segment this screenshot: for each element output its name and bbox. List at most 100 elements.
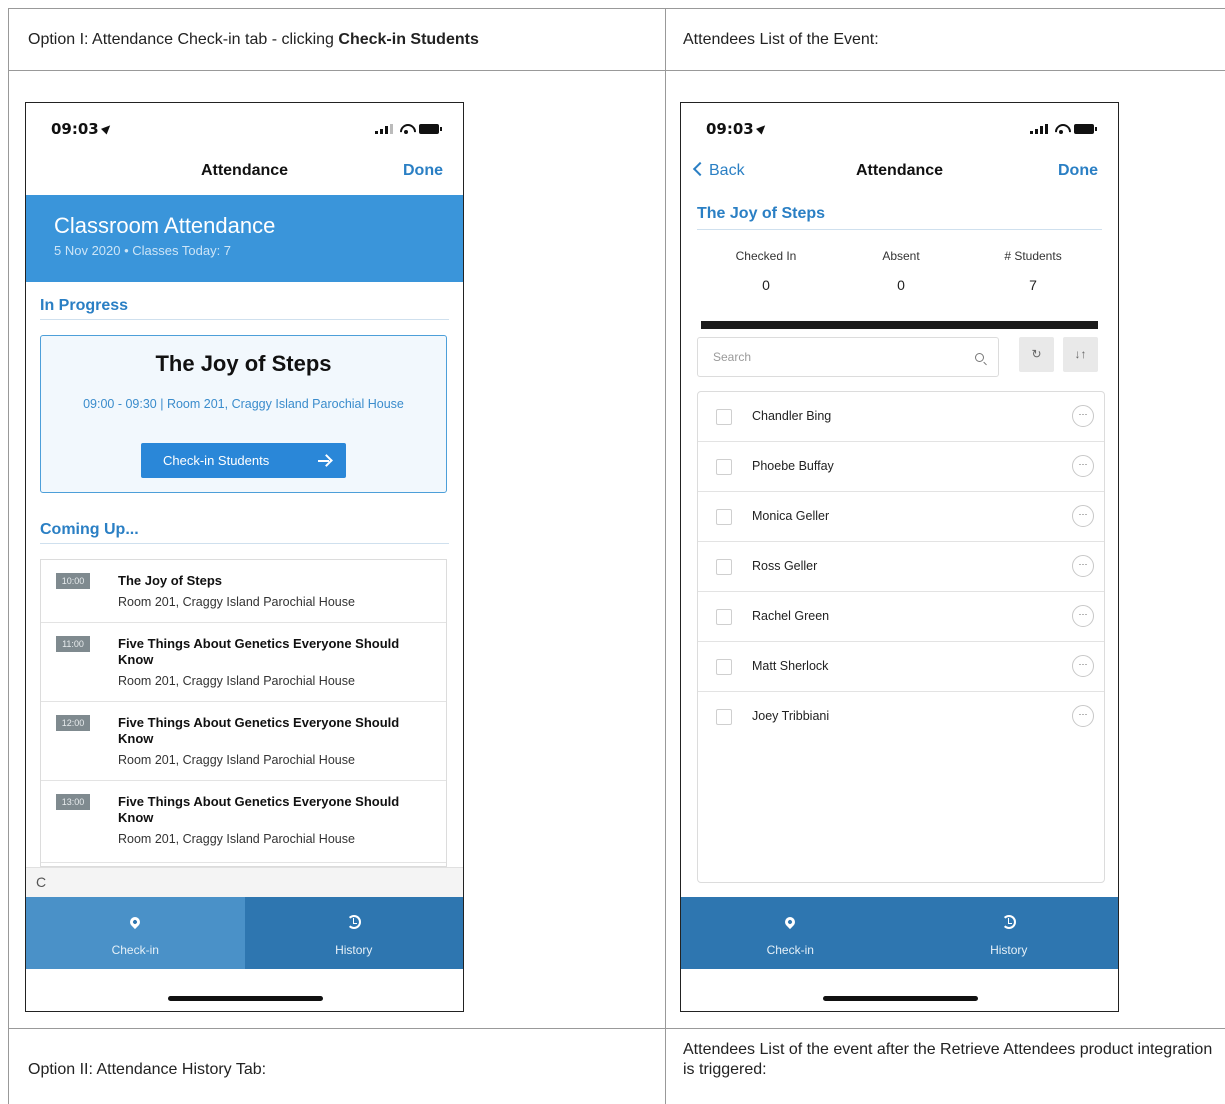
history-icon: [346, 915, 361, 929]
wifi-icon: [399, 124, 413, 134]
attendee-name: Monica Geller: [752, 509, 830, 523]
done-button[interactable]: Done: [403, 162, 443, 180]
nav-bar: Attendance Done: [26, 153, 463, 189]
upcoming-room: Room 201, Craggy Island Parochial House: [118, 753, 355, 767]
stat-label: Absent: [882, 249, 920, 263]
tab-check-in-label: Check-in: [111, 943, 159, 957]
tab-history[interactable]: History: [244, 897, 463, 969]
upcoming-room: Room 201, Craggy Island Parochial House: [118, 832, 355, 846]
more-icon[interactable]: ···: [1072, 455, 1094, 477]
upcoming-title: Five Things About Genetics Everyone Shou…: [118, 715, 400, 746]
map-pin-icon: [128, 914, 143, 930]
status-time: 09:03: [51, 120, 113, 138]
refresh-icon: ↻: [1031, 347, 1042, 361]
upcoming-room: Room 201, Craggy Island Parochial House: [118, 595, 355, 609]
attendee-checkbox[interactable]: [716, 559, 732, 575]
status-bar: 09:03: [26, 103, 463, 147]
table-row[interactable]: Monica Geller ···: [698, 492, 1104, 542]
more-icon[interactable]: ···: [1072, 655, 1094, 677]
hero-subtitle: 5 Nov 2020 • Classes Today: 7: [54, 243, 232, 258]
nav-bar: Back Attendance Done: [681, 153, 1118, 189]
sort-icon: ↓↑: [1074, 347, 1087, 361]
table-row[interactable]: Rachel Green ···: [698, 592, 1104, 642]
location-arrow-icon: [100, 122, 113, 135]
status-bar: 09:03: [681, 103, 1118, 147]
more-icon[interactable]: ···: [1072, 555, 1094, 577]
more-icon[interactable]: ···: [1072, 705, 1094, 727]
upcoming-room: Room 201, Craggy Island Parochial House: [118, 674, 355, 688]
document-table: Option I: Attendance Check-in tab - clic…: [8, 8, 1225, 1104]
nav-title: Attendance: [200, 162, 289, 179]
more-icon[interactable]: ···: [1072, 405, 1094, 427]
tab-history-label: History: [335, 943, 373, 957]
signal-icon: [1030, 124, 1048, 134]
refresh-button[interactable]: ↻: [1019, 337, 1054, 372]
cell-attendees-heading: Attendees List of the Event:: [683, 31, 879, 48]
in-progress-card: The Joy of Steps 09:00 - 09:30 | Room 20…: [40, 335, 447, 493]
list-item[interactable]: 12:00 Five Things About Genetics Everyon…: [41, 702, 446, 781]
home-indicator: [822, 996, 978, 1001]
phone-checkin-screen: 09:03 Attendance Done Classroom Attendan…: [25, 102, 464, 1012]
table-row[interactable]: Chandler Bing ···: [698, 392, 1104, 442]
attendance-progress-bar: [701, 321, 1098, 329]
time-badge: 11:00: [56, 636, 90, 652]
list-item[interactable]: 11:00 Five Things About Genetics Everyon…: [41, 623, 446, 702]
cell-option-2-heading: Option II: Attendance History Tab:: [28, 1061, 267, 1078]
attendee-checkbox[interactable]: [716, 459, 732, 475]
attendee-checkbox[interactable]: [716, 509, 732, 525]
time-badge: 12:00: [56, 715, 90, 731]
attendee-name: Rachel Green: [752, 609, 830, 623]
attendee-checkbox[interactable]: [716, 409, 732, 425]
attendee-list: Chandler Bing ··· Phoebe Buffay ··· Moni…: [697, 391, 1105, 883]
check-in-students-label: Check-in Students: [163, 453, 270, 468]
tab-history-label: History: [990, 943, 1028, 957]
attendee-checkbox[interactable]: [716, 659, 732, 675]
tab-history[interactable]: History: [899, 897, 1118, 969]
more-icon[interactable]: ···: [1072, 505, 1094, 527]
class-title: The Joy of Steps: [155, 351, 332, 376]
list-item[interactable]: 13:00 Five Things About Genetics Everyon…: [41, 781, 446, 863]
attendee-checkbox[interactable]: [716, 609, 732, 625]
sort-button[interactable]: ↓↑: [1063, 337, 1098, 372]
tab-bar: Check-in History: [681, 897, 1118, 969]
stat-absent: Absent 0: [846, 249, 956, 293]
search-input[interactable]: [698, 338, 998, 376]
stat-value: 7: [1029, 277, 1037, 293]
done-button[interactable]: Done: [1058, 162, 1098, 180]
table-row[interactable]: Ross Geller ···: [698, 542, 1104, 592]
attendee-name: Matt Sherlock: [752, 659, 829, 673]
upcoming-title: Five Things About Genetics Everyone Shou…: [118, 636, 400, 667]
list-item[interactable]: 10:00 The Joy of Steps Room 201, Craggy …: [41, 560, 446, 623]
table-row[interactable]: Joey Tribbiani ···: [698, 692, 1104, 742]
wifi-icon: [1054, 124, 1068, 134]
tab-check-in[interactable]: Check-in: [681, 897, 900, 969]
attendee-checkbox[interactable]: [716, 709, 732, 725]
upcoming-title: The Joy of Steps: [118, 573, 223, 588]
cell-option-1-bold: Check-in Students: [338, 31, 479, 48]
more-icon[interactable]: ···: [1072, 605, 1094, 627]
attendee-name: Phoebe Buffay: [752, 459, 834, 473]
search-field[interactable]: [697, 337, 999, 377]
attendee-name: Joey Tribbiani: [752, 709, 830, 723]
table-row[interactable]: Phoebe Buffay ···: [698, 442, 1104, 492]
refresh-icon[interactable]: C: [36, 874, 46, 890]
location-arrow-icon: [755, 122, 768, 135]
table-row[interactable]: Matt Sherlock ···: [698, 642, 1104, 692]
stat-checked-in: Checked In 0: [711, 249, 821, 293]
event-title: The Joy of Steps: [697, 205, 1102, 230]
cell-option-1-heading: Option I: Attendance Check-in tab - clic…: [28, 30, 479, 50]
time-badge: 13:00: [56, 794, 90, 810]
stat-label: # Students: [1004, 249, 1062, 263]
home-indicator: [167, 996, 323, 1001]
time-badge: 10:00: [56, 573, 90, 589]
in-progress-heading: In Progress: [40, 297, 449, 320]
stat-value: 0: [897, 277, 905, 293]
battery-icon: [1074, 124, 1097, 134]
cell-attendees-after-heading: Attendees List of the event after the Re…: [683, 1041, 1213, 1078]
tab-check-in[interactable]: Check-in: [26, 897, 245, 969]
search-icon: [975, 353, 984, 362]
attendee-name: Ross Geller: [752, 559, 818, 573]
check-in-students-button[interactable]: Check-in Students: [141, 443, 346, 478]
class-details: 09:00 - 09:30 | Room 201, Craggy Island …: [83, 397, 404, 411]
arrow-right-icon: [318, 455, 330, 467]
